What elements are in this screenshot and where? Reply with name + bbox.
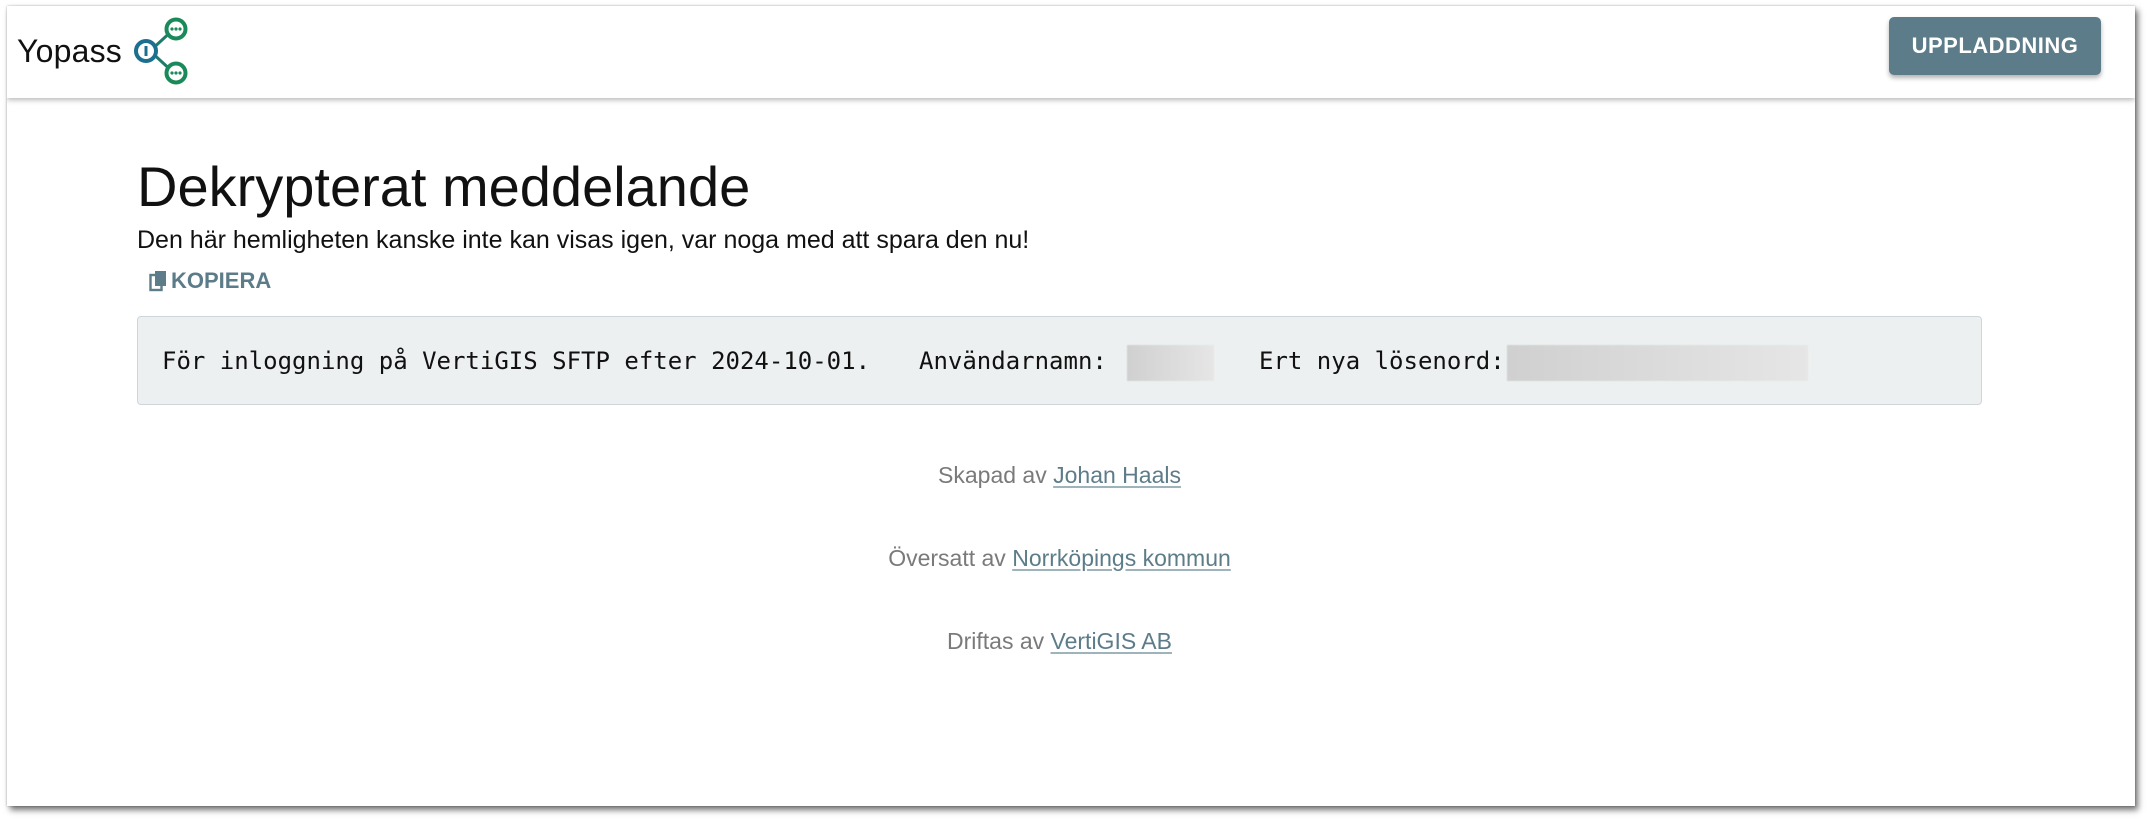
copy-icon xyxy=(149,271,166,292)
translated-by-link[interactable]: Norrköpings kommun xyxy=(1012,545,1231,571)
username-label: Användarnamn: xyxy=(919,347,1107,375)
footer-created: Skapad av Johan Haals xyxy=(137,462,1982,489)
secret-message-box[interactable]: För inloggning på VertiGIS SFTP efter 20… xyxy=(137,316,1982,405)
password-label: Ert nya lösenord: xyxy=(1259,347,1505,375)
copy-label: KOPIERA xyxy=(171,268,272,293)
secret-text: För inloggning på VertiGIS SFTP efter 20… xyxy=(162,347,871,375)
page-subtitle: Den här hemligheten kanske inte kan visa… xyxy=(137,226,1030,254)
page-title: Dekrypterat meddelande xyxy=(137,155,751,218)
created-by-link[interactable]: Johan Haals xyxy=(1053,462,1181,488)
footer-translated: Översatt av Norrköpings kommun xyxy=(137,545,1982,572)
copy-button[interactable]: KOPIERA xyxy=(149,268,271,294)
browser-page: Yopass UPPLADDNING Dekrypterat meddeland… xyxy=(7,6,2135,806)
footer-hosted: Driftas av VertiGIS AB xyxy=(137,628,1982,655)
hosted-prefix: Driftas av xyxy=(947,628,1045,654)
redacted-password xyxy=(1507,345,1808,381)
upload-button[interactable]: UPPLADDNING xyxy=(1889,17,2101,75)
app-bar: Yopass UPPLADDNING xyxy=(7,6,2135,98)
redacted-username xyxy=(1127,345,1214,381)
brand[interactable]: Yopass xyxy=(17,16,194,86)
translated-prefix: Översatt av xyxy=(888,545,1006,571)
hosted-by-link[interactable]: VertiGIS AB xyxy=(1051,628,1172,654)
created-prefix: Skapad av xyxy=(938,462,1047,488)
app-name: Yopass xyxy=(17,32,122,69)
share-nodes-icon xyxy=(134,17,188,85)
